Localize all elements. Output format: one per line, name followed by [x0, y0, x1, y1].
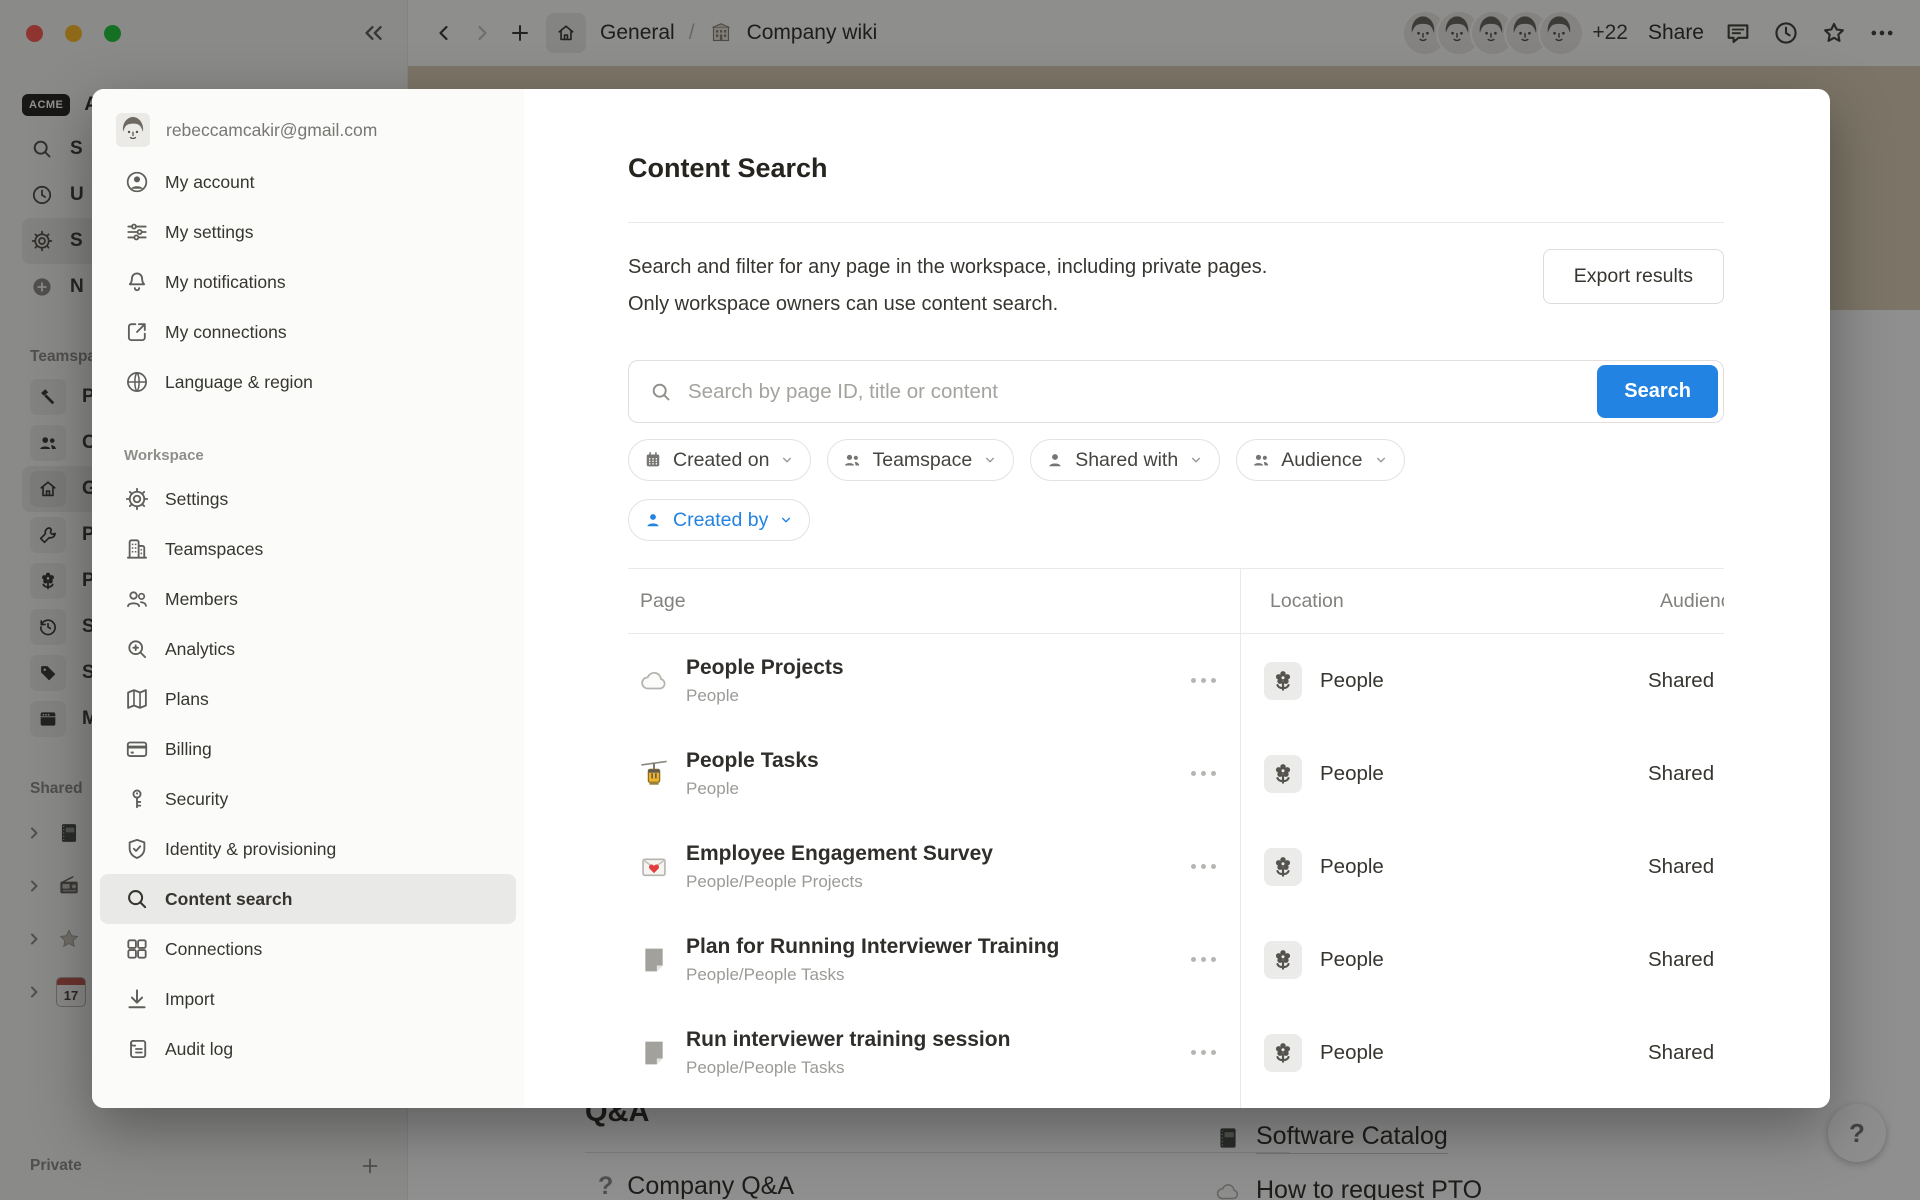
- calendar-icon: [643, 450, 663, 470]
- filter-chips-row-2: Created by: [628, 499, 1724, 541]
- column-header-page: Page: [628, 590, 1240, 613]
- column-header-audience: Audience: [1620, 590, 1724, 613]
- account-header: rebeccamcakir@gmail.com: [100, 99, 516, 157]
- person-icon: [643, 510, 663, 530]
- filter-audience[interactable]: Audience: [1236, 439, 1404, 481]
- row-audience: Shared: [1620, 669, 1724, 693]
- table-row[interactable]: Employee Engagement Survey People/People…: [628, 820, 1724, 913]
- table-header: Page Location Audience: [628, 569, 1724, 634]
- row-audience: Shared: [1620, 1041, 1724, 1065]
- filter-created-by[interactable]: Created by: [628, 499, 810, 541]
- chevron-down-icon: [982, 452, 998, 468]
- menu-item-content-search[interactable]: Content search: [100, 874, 516, 924]
- menu-item-identity-provisioning[interactable]: Identity & provisioning: [100, 824, 516, 874]
- building-icon: [124, 536, 150, 562]
- row-more-icon[interactable]: [1191, 957, 1217, 963]
- page-icon: [638, 944, 670, 976]
- menu-item-audit-log[interactable]: Audit log: [100, 1024, 516, 1074]
- credit-card-icon: [124, 736, 150, 762]
- menu-item-connections[interactable]: Connections: [100, 924, 516, 974]
- person-circle-icon: [124, 169, 150, 195]
- people-icon: [842, 450, 862, 470]
- row-more-icon[interactable]: [1191, 678, 1217, 684]
- cloud-icon: [638, 665, 670, 697]
- menu-item-security[interactable]: Security: [100, 774, 516, 824]
- menu-item-members[interactable]: Members: [100, 574, 516, 624]
- filter-teamspace[interactable]: Teamspace: [827, 439, 1014, 481]
- content-search-bar: Search: [628, 360, 1724, 423]
- divider: [628, 222, 1724, 223]
- page-icon: [638, 1037, 670, 1069]
- row-more-icon[interactable]: [1191, 864, 1217, 870]
- menu-item-analytics[interactable]: Analytics: [100, 624, 516, 674]
- map-icon: [124, 686, 150, 712]
- content-search-panel: Content Search Search and filter for any…: [524, 89, 1830, 1108]
- chevron-down-icon: [779, 452, 795, 468]
- menu-item-my-connections[interactable]: My connections: [100, 307, 516, 357]
- scroll-icon: [124, 1036, 150, 1062]
- results-table: Page Location Audience People Projects P…: [628, 568, 1724, 1108]
- teamspace-flower-icon: [1264, 848, 1302, 886]
- menu-item-my-account[interactable]: My account: [100, 157, 516, 207]
- menu-item-import[interactable]: Import: [100, 974, 516, 1024]
- people-icon: [1251, 450, 1271, 470]
- teamspace-flower-icon: [1264, 1034, 1302, 1072]
- search-button[interactable]: Search: [1597, 365, 1718, 418]
- filter-created-on[interactable]: Created on: [628, 439, 811, 481]
- chevron-down-icon: [1373, 452, 1389, 468]
- globe-icon: [124, 369, 150, 395]
- notion-app-window: General / Company wiki +22 Share: [0, 0, 1920, 1200]
- love-letter-icon: [638, 851, 670, 883]
- tramway-icon: [638, 758, 670, 790]
- menu-item-teamspaces[interactable]: Teamspaces: [100, 524, 516, 574]
- gear-icon: [124, 486, 150, 512]
- table-row[interactable]: People Tasks People People Shared: [628, 727, 1724, 820]
- menu-item-settings[interactable]: Settings: [100, 474, 516, 524]
- arrow-up-right-icon: [124, 319, 150, 345]
- row-more-icon[interactable]: [1191, 771, 1217, 777]
- teamspace-flower-icon: [1264, 941, 1302, 979]
- import-arrow-icon: [124, 986, 150, 1012]
- shield-check-icon: [124, 836, 150, 862]
- user-avatar: [116, 113, 150, 147]
- menu-item-my-settings[interactable]: My settings: [100, 207, 516, 257]
- settings-modal: rebeccamcakir@gmail.com My account My se…: [92, 89, 1830, 1108]
- settings-menu: rebeccamcakir@gmail.com My account My se…: [92, 89, 524, 1108]
- people-icon: [124, 586, 150, 612]
- row-more-icon[interactable]: [1191, 1050, 1217, 1056]
- column-divider: [1240, 569, 1241, 1108]
- table-row[interactable]: Run interviewer training session People/…: [628, 1006, 1724, 1099]
- menu-item-plans[interactable]: Plans: [100, 674, 516, 724]
- account-email: rebeccamcakir@gmail.com: [166, 120, 377, 141]
- teamspace-flower-icon: [1264, 662, 1302, 700]
- column-header-location: Location: [1240, 590, 1620, 613]
- search-input[interactable]: [686, 379, 1597, 405]
- sliders-icon: [124, 219, 150, 245]
- filter-chips-row: Created on Teamspace Shared with Audienc…: [628, 439, 1724, 481]
- search-icon: [124, 886, 150, 912]
- export-results-button[interactable]: Export results: [1543, 249, 1724, 304]
- bell-icon: [124, 269, 150, 295]
- search-icon: [649, 380, 673, 404]
- person-icon: [1045, 450, 1065, 470]
- row-audience: Shared: [1620, 855, 1724, 879]
- filter-shared-with[interactable]: Shared with: [1030, 439, 1220, 481]
- row-audience: Shared: [1620, 948, 1724, 972]
- page-title: Content Search: [628, 151, 1724, 185]
- chevron-down-icon: [778, 512, 794, 528]
- row-audience: Shared: [1620, 762, 1724, 786]
- key-icon: [124, 786, 150, 812]
- menu-item-my-notifications[interactable]: My notifications: [100, 257, 516, 307]
- teamspace-flower-icon: [1264, 755, 1302, 793]
- page-description: Search and filter for any page in the wo…: [628, 249, 1267, 323]
- table-row[interactable]: Plan for Running Interviewer Training Pe…: [628, 913, 1724, 1006]
- magnifier-plus-icon: [124, 636, 150, 662]
- menu-item-billing[interactable]: Billing: [100, 724, 516, 774]
- menu-item-language-region[interactable]: Language & region: [100, 357, 516, 407]
- chevron-down-icon: [1188, 452, 1204, 468]
- workspace-section-header: Workspace: [100, 447, 516, 464]
- table-row[interactable]: People Projects People People Shared: [628, 634, 1724, 727]
- grid-icon: [124, 936, 150, 962]
